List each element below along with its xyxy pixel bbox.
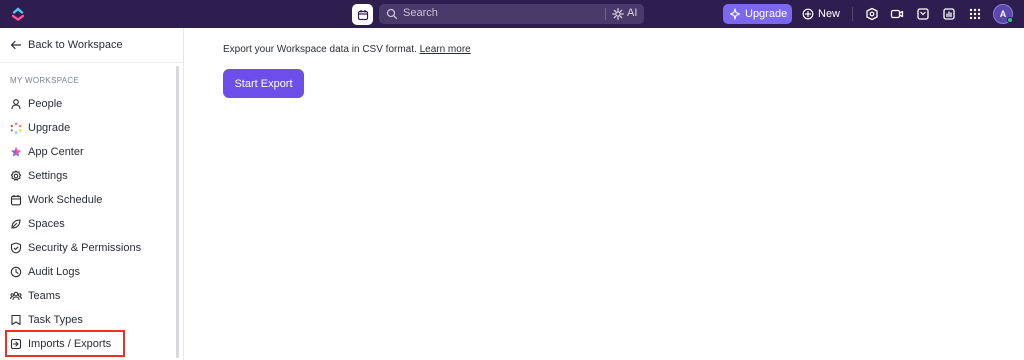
sidebar-item-audit-logs[interactable]: Audit Logs	[10, 262, 170, 282]
app-center-icon	[10, 146, 22, 158]
sidebar-item-label: Work Schedule	[28, 194, 103, 206]
ai-label[interactable]: AI	[627, 7, 637, 19]
sidebar-divider	[0, 62, 184, 63]
sidebar-item-upgrade[interactable]: Upgrade	[10, 118, 170, 138]
calendar-icon	[357, 9, 368, 20]
sidebar-item-label: Task Types	[28, 314, 83, 326]
top-bar: Search AI Upgrade New A	[0, 0, 1024, 28]
learn-more-link[interactable]: Learn more	[420, 44, 471, 55]
person-icon	[10, 98, 22, 110]
search-input[interactable]: Search	[403, 7, 438, 19]
upgrade-sparkle-icon	[729, 8, 741, 20]
main-content: Export your Workspace data in CSV format…	[185, 28, 1024, 360]
new-label: New	[818, 8, 841, 20]
section-title: MY WORKSPACE	[10, 76, 80, 85]
sidebar-item-people[interactable]: People	[10, 94, 170, 114]
spaces-icon	[10, 218, 22, 230]
sidebar-item-label: People	[28, 98, 63, 110]
sidebar-item-settings[interactable]: Settings	[10, 166, 170, 186]
toolbar-divider	[852, 7, 853, 21]
search-bar[interactable]: Search AI	[379, 4, 644, 24]
upgrade-label: Upgrade	[745, 8, 788, 20]
selection-highlight-box	[5, 330, 125, 357]
sidebar-item-label: Teams	[28, 290, 61, 302]
export-description-text: Export your Workspace data in CSV format…	[223, 44, 417, 55]
upgrade-button[interactable]: Upgrade	[723, 4, 792, 24]
dashboards-icon[interactable]	[942, 7, 956, 21]
sidebar-item-label: Security & Permissions	[28, 242, 142, 254]
gear-icon	[10, 170, 22, 182]
sidebar-scrollbar[interactable]	[176, 66, 179, 358]
apps-grid-icon[interactable]	[968, 7, 982, 21]
clickup-logo-icon[interactable]	[10, 6, 26, 22]
task-types-icon	[10, 314, 22, 326]
notepad-icon[interactable]	[865, 7, 879, 21]
calendar-button[interactable]	[352, 4, 373, 25]
audit-icon	[10, 266, 22, 278]
upgrade-sparkle-icon	[10, 122, 22, 134]
export-description: Export your Workspace data in CSV format…	[223, 44, 471, 55]
search-icon	[386, 8, 398, 20]
ai-gear-icon[interactable]	[612, 8, 624, 20]
docs-icon[interactable]	[916, 7, 930, 21]
sidebar-item-app-center[interactable]: App Center	[10, 142, 170, 162]
teams-icon	[10, 290, 22, 302]
sidebar-item-task-types[interactable]: Task Types	[10, 310, 170, 330]
sidebar-item-label: Upgrade	[28, 122, 71, 134]
new-button[interactable]: New	[802, 4, 840, 24]
plus-circle-icon	[802, 8, 814, 20]
calendar-icon	[10, 194, 22, 206]
sidebar-item-label: Audit Logs	[28, 266, 80, 278]
settings-sidebar: Back to Workspace MY WORKSPACE People Up…	[0, 28, 184, 360]
sidebar-item-label: App Center	[28, 146, 84, 158]
sidebar-item-label: Spaces	[28, 218, 65, 230]
arrow-left-icon	[10, 40, 22, 50]
shield-icon	[10, 242, 22, 254]
search-divider	[605, 8, 606, 20]
back-label: Back to Workspace	[28, 39, 123, 51]
back-to-workspace-link[interactable]: Back to Workspace	[10, 39, 123, 51]
sidebar-item-label: Settings	[28, 170, 68, 182]
sidebar-item-work-schedule[interactable]: Work Schedule	[10, 190, 170, 210]
sidebar-item-security[interactable]: Security & Permissions	[10, 238, 170, 258]
sidebar-item-teams[interactable]: Teams	[10, 286, 170, 306]
sidebar-item-spaces[interactable]: Spaces	[10, 214, 170, 234]
video-clip-icon[interactable]	[890, 7, 904, 21]
online-status-dot	[1007, 17, 1013, 23]
start-export-button[interactable]: Start Export	[223, 69, 304, 98]
